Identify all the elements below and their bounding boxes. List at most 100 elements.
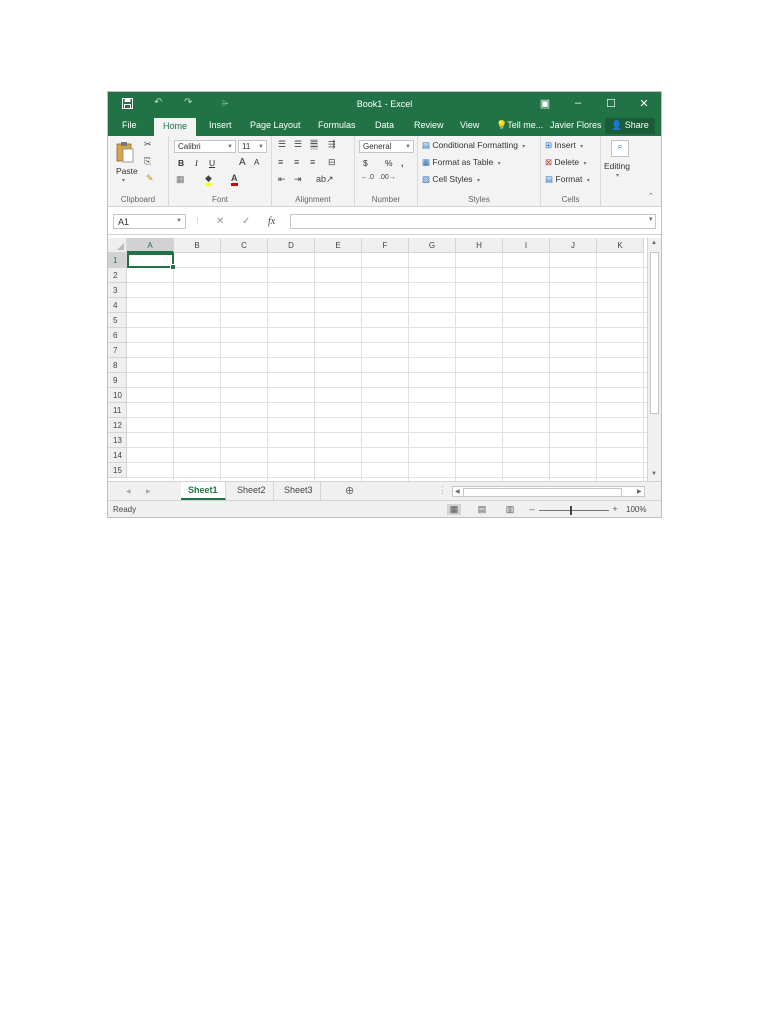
next-sheet-icon[interactable]: ▶ [146,488,151,495]
horizontal-scrollbar[interactable]: ◀ [452,486,645,497]
row-header[interactable]: 10 [108,388,127,403]
drag-handle-icon[interactable]: ⋮ [194,217,201,225]
fill-color-icon[interactable]: ◆ [205,173,212,186]
column-header[interactable]: I [503,238,550,253]
vertical-scroll-thumb[interactable] [650,252,659,414]
merge-center-icon[interactable]: ⊟ [328,157,336,168]
increase-indent-icon[interactable]: ⇥ [294,174,302,185]
column-header[interactable]: B [174,238,221,253]
column-header[interactable]: G [409,238,456,253]
paste-icon[interactable] [115,141,135,163]
prev-sheet-icon[interactable]: ◀ [126,488,131,495]
scroll-up-icon[interactable]: ▲ [651,240,657,246]
shrink-font-button[interactable]: A [254,158,259,167]
tab-insert[interactable]: Insert [209,120,232,130]
collapse-ribbon-icon[interactable]: ⌃ [648,192,654,200]
wrap-text-icon[interactable]: ⇶ [328,139,336,150]
cut-icon[interactable]: ✂ [144,139,152,150]
row-header[interactable]: 14 [108,448,127,463]
row-header[interactable]: 3 [108,283,127,298]
comma-button[interactable]: , [401,158,403,168]
zoom-slider-handle[interactable] [570,506,572,515]
column-header[interactable]: F [362,238,409,253]
expand-formula-bar-icon[interactable]: ▾ [649,215,653,223]
row-header[interactable]: 7 [108,343,127,358]
column-header[interactable]: H [456,238,503,253]
sheet-tab-sheet1[interactable]: Sheet1 [181,482,226,500]
align-right-icon[interactable]: ≡ [310,157,315,167]
align-bottom-icon[interactable]: ☰ [310,139,319,150]
underline-button[interactable]: U [209,158,215,168]
user-name[interactable]: Javier Flores [550,120,602,130]
tab-view[interactable]: View [460,120,479,130]
tell-me-box[interactable]: 💡Tell me... [496,120,543,131]
paste-dropdown-icon[interactable]: ▾ [122,177,125,184]
borders-icon[interactable]: ▦ [176,174,185,185]
tab-file[interactable]: File [122,120,137,130]
bold-button[interactable]: B [178,158,184,168]
worksheet-grid[interactable]: ▲ ▼ A B C D E F G H I J K 1 2 3 4 5 6 7 8 9 10 11 12 13 14 15 [108,238,661,481]
orientation-icon[interactable]: ab↗ [316,174,334,185]
tab-review[interactable]: Review [414,120,444,130]
italic-button[interactable]: I [195,158,198,168]
increase-decimal-icon[interactable]: ←.0 [361,174,374,181]
row-header[interactable]: 5 [108,313,127,328]
scroll-down-icon[interactable]: ▼ [651,471,657,477]
column-header[interactable]: C [221,238,268,253]
zoom-level[interactable]: 100% [626,505,646,514]
row-header[interactable]: 11 [108,403,127,418]
zoom-slider-track[interactable] [539,510,609,511]
page-layout-view-icon[interactable]: ▤ [475,504,489,515]
number-format-select[interactable]: General ▼ [359,140,414,153]
active-cell[interactable] [127,253,176,270]
column-header[interactable]: J [550,238,597,253]
tab-home[interactable]: Home [154,118,197,136]
paste-label[interactable]: Paste [116,166,138,176]
row-header[interactable]: 2 [108,268,127,283]
format-as-table-button[interactable]: ▦ Format as Table ▾ [422,157,501,168]
percent-button[interactable]: % [385,158,393,168]
minimize-button[interactable]: – [571,97,585,109]
align-top-icon[interactable]: ☰ [278,139,286,150]
font-name-select[interactable]: Calibri ▼ [174,140,236,153]
cancel-entry-button[interactable]: ✕ [216,216,224,227]
splitter-handle-icon[interactable]: ⋮ [438,485,447,496]
zoom-in-button[interactable]: + [608,504,622,515]
copy-icon[interactable]: ⎘ [144,156,151,167]
row-header[interactable]: 8 [108,358,127,373]
scroll-left-icon[interactable]: ◀ [455,488,460,495]
scroll-right-icon[interactable]: ▶ [637,488,642,495]
align-center-icon[interactable]: ≡ [294,157,299,167]
row-header[interactable]: 1 [108,253,127,268]
column-header[interactable]: A [127,238,174,253]
vertical-scrollbar[interactable]: ▲ ▼ [647,238,661,481]
tab-data[interactable]: Data [375,120,394,130]
align-middle-icon[interactable]: ☰ [294,139,302,150]
row-header[interactable]: 4 [108,298,127,313]
align-left-icon[interactable]: ≡ [278,157,283,167]
column-header[interactable]: E [315,238,362,253]
page-break-preview-icon[interactable]: ▥ [503,504,517,515]
tab-formulas[interactable]: Formulas [318,120,356,130]
share-button[interactable]: 👤 Share [605,118,655,134]
font-size-select[interactable]: 11 ▼ [238,140,267,153]
format-cells-button[interactable]: ▤ Format ▾ [545,174,590,185]
search-icon[interactable]: ⌕ [611,140,629,157]
normal-view-icon[interactable]: ▦ [447,504,461,515]
name-box[interactable]: A1 ▼ [113,214,186,229]
insert-cells-button[interactable]: ⊞ Insert ▾ [545,140,583,151]
horizontal-scroll-thumb[interactable] [463,488,622,497]
currency-button[interactable]: $ [363,158,368,168]
column-header[interactable]: K [597,238,644,253]
group-editing[interactable]: ⌕ Editing ▾ [601,136,638,206]
close-button[interactable]: ✕ [637,97,651,110]
insert-function-button[interactable]: fx [268,216,275,227]
format-painter-icon[interactable]: ✎ [146,173,154,184]
row-header[interactable]: 9 [108,373,127,388]
maximize-button[interactable]: ☐ [604,97,618,110]
grow-font-button[interactable]: A [239,157,246,168]
ribbon-display-options-icon[interactable]: ▣ [538,97,552,110]
formula-input[interactable] [290,214,656,229]
conditional-formatting-button[interactable]: ▤ Conditional Formatting ▾ [422,140,525,151]
cell-styles-button[interactable]: ▧ Cell Styles ▾ [422,174,480,185]
